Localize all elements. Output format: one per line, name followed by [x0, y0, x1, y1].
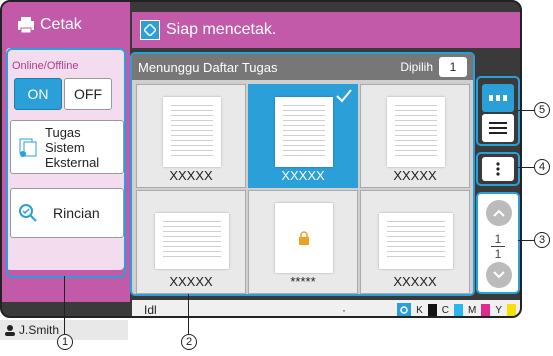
callout-leader-5: [518, 110, 534, 111]
status-dot: ·: [342, 303, 346, 317]
magnifier-check-icon: [19, 204, 37, 222]
status-header: Siap mencetak.: [132, 12, 520, 48]
ink-k-swatch: [427, 303, 437, 316]
page-down-button[interactable]: [486, 262, 512, 288]
connection-icon: [397, 303, 412, 316]
callout-5: 5: [534, 102, 550, 118]
job-tile[interactable]: XXXXX: [360, 190, 470, 294]
job-name: *****: [290, 274, 316, 289]
ink-c-swatch: [453, 303, 463, 316]
callout-3: 3: [534, 232, 550, 248]
status-text: Idl: [144, 303, 157, 317]
list-view-icon: [489, 122, 507, 134]
chevron-down-icon: [493, 271, 505, 279]
selected-label: Dipilih: [400, 60, 433, 74]
grid-view-icon: [489, 95, 507, 101]
job-tile-selected[interactable]: XXXXX: [248, 84, 358, 188]
external-jobs-icon: [19, 138, 37, 157]
job-grid: XXXXX XXXXX XXXXX XXXXX ***** XXXXX: [136, 84, 470, 294]
status-message: Siap mencetak.: [166, 21, 277, 38]
pagination-group: 1 1: [476, 192, 520, 294]
vertical-dots-icon: [496, 162, 500, 176]
user-icon: [5, 325, 15, 336]
external-jobs-button[interactable]: Tugas Sistem Eksternal: [10, 120, 124, 174]
status-bar: Idl · K C M Y: [132, 300, 520, 317]
ink-m-label: M: [467, 304, 477, 316]
list-header: Menunggu Daftar Tugas Dipilih 1: [132, 54, 473, 80]
callout-leader-3: [518, 240, 534, 241]
list-title: Menunggu Daftar Tugas: [138, 59, 278, 75]
callout-2: 2: [181, 334, 197, 350]
callout-1: 1: [57, 334, 73, 350]
more-options-button[interactable]: [482, 157, 514, 181]
details-label: Rincian: [53, 205, 100, 221]
online-button[interactable]: ON: [14, 78, 62, 110]
callout-4: 4: [534, 159, 550, 175]
job-name: XXXXX: [169, 274, 213, 289]
job-name: XXXXX: [393, 274, 437, 289]
user-name: J.Smith: [19, 323, 60, 337]
sidebar-title-text: Cetak: [40, 16, 82, 33]
lock-icon: [299, 231, 309, 245]
callout-leader-4: [518, 167, 534, 168]
sidebar-title: Cetak: [2, 2, 130, 48]
waiting-job-list: Menunggu Daftar Tugas Dipilih 1 XXXXX XX…: [130, 52, 475, 296]
callout-leader-1: [64, 276, 65, 334]
status-diamond-icon: [140, 20, 160, 40]
callout-leader-2: [188, 294, 189, 334]
offline-button[interactable]: OFF: [64, 78, 112, 110]
list-view-button[interactable]: [482, 114, 514, 142]
job-thumbnail: [275, 97, 333, 167]
checkmark-icon: [336, 89, 352, 103]
page-up-button[interactable]: [486, 200, 512, 226]
job-thumbnail: [387, 97, 445, 167]
current-page: 1: [494, 232, 502, 246]
job-thumbnail: [379, 213, 453, 269]
more-menu-group: [476, 152, 520, 186]
job-thumbnail: [155, 213, 229, 269]
page-indicator: 1 1: [478, 232, 518, 261]
job-name: XXXXX: [281, 168, 325, 183]
job-tile[interactable]: XXXXX: [136, 84, 246, 188]
ink-k-label: K: [416, 304, 423, 316]
ink-levels: K C M Y: [397, 303, 516, 316]
print-icon: [18, 17, 34, 34]
job-name: XXXXX: [393, 168, 437, 183]
total-pages: 1: [494, 247, 502, 261]
job-name: XXXXX: [169, 168, 213, 183]
ink-y-swatch: [507, 303, 516, 316]
job-tile[interactable]: XXXXX: [136, 190, 246, 294]
ink-c-label: C: [441, 304, 449, 316]
job-tile[interactable]: XXXXX: [360, 84, 470, 188]
view-toggle-group: [476, 76, 520, 146]
thumbnail-view-button[interactable]: [482, 84, 514, 112]
details-button[interactable]: Rincian: [10, 188, 124, 238]
job-thumbnail: [163, 97, 221, 167]
ink-m-swatch: [481, 303, 491, 316]
selected-count: 1: [439, 57, 467, 77]
online-offline-label: Online/Offline: [12, 60, 79, 72]
job-tile-locked[interactable]: *****: [248, 190, 358, 294]
chevron-up-icon: [493, 209, 505, 217]
job-thumbnail: [275, 203, 333, 273]
external-jobs-label: Tugas Sistem Eksternal: [45, 124, 100, 170]
printer-panel: Cetak Online/Offline ON OFF Tugas Sistem…: [0, 0, 522, 318]
ink-y-label: Y: [495, 304, 502, 316]
